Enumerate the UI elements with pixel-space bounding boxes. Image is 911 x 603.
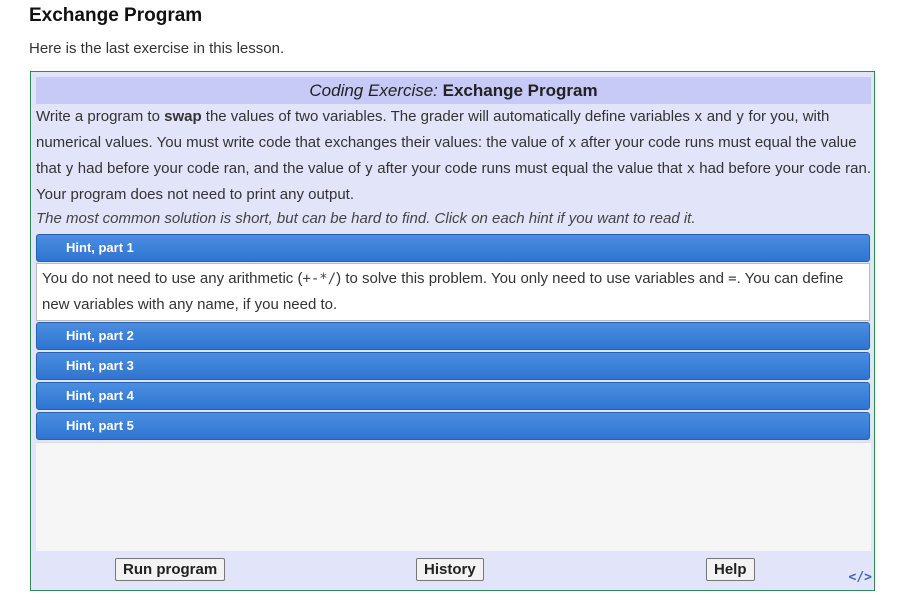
intro-text: Here is the last exercise in this lesson…: [29, 40, 285, 57]
exercise-note: The most common solution is short, but c…: [36, 210, 696, 227]
hint-part-5-toggle[interactable]: Hint, part 5: [36, 412, 870, 440]
run-program-button[interactable]: Run program: [115, 558, 226, 581]
exercise-title: Coding Exercise: Exchange Program: [36, 77, 871, 104]
coding-exercise-panel: Coding Exercise: Exchange Program Write …: [30, 71, 875, 591]
hint-part-4-toggle[interactable]: Hint, part 4: [36, 382, 870, 410]
embed-code-icon[interactable]: </>: [849, 570, 872, 585]
swap-emphasis: swap: [164, 108, 202, 125]
hint-part-2-toggle[interactable]: Hint, part 2: [36, 322, 870, 350]
hint-part-1-content: You do not need to use any arithmetic (+…: [36, 263, 870, 321]
hint-part-3-toggle[interactable]: Hint, part 3: [36, 352, 870, 380]
assignment-operator: =: [728, 271, 737, 287]
exercise-name: Exchange Program: [442, 81, 598, 100]
code-editor[interactable]: [36, 442, 871, 551]
help-button[interactable]: Help: [706, 558, 755, 581]
history-button[interactable]: History: [416, 558, 484, 581]
arithmetic-operators: +-*/: [302, 271, 337, 287]
page-title: Exchange Program: [29, 5, 203, 26]
var-x: x: [694, 109, 703, 125]
exercise-label: Coding Exercise:: [309, 81, 438, 100]
exercise-description: Write a program to swap the values of tw…: [36, 108, 872, 203]
hint-part-1-toggle[interactable]: Hint, part 1: [36, 234, 870, 262]
